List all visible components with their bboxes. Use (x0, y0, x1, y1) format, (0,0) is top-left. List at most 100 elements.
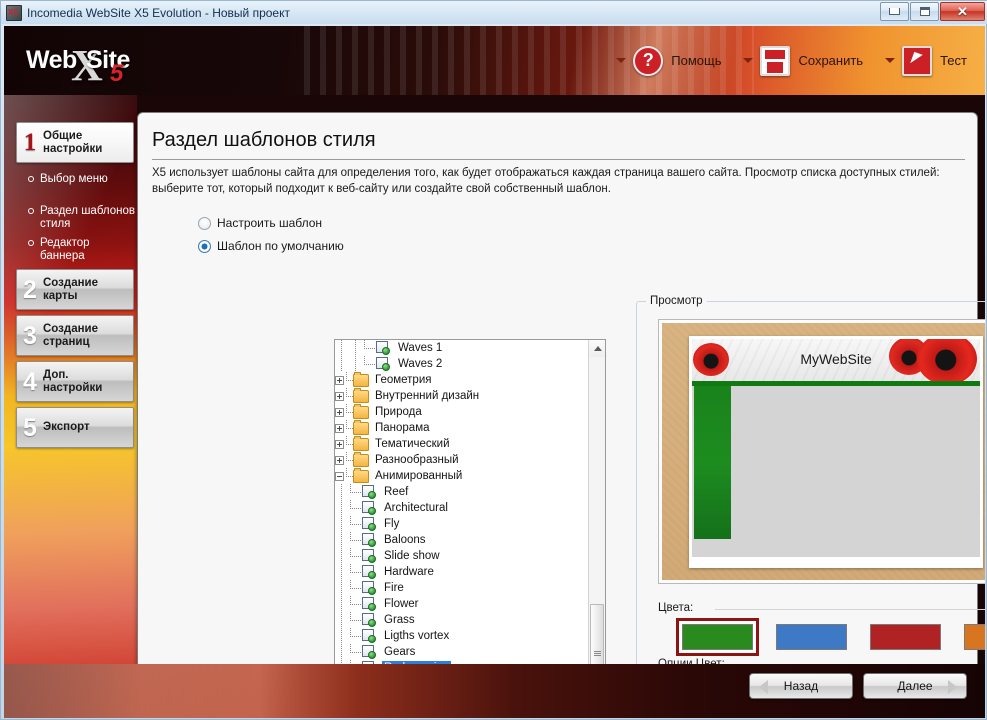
tree-item-label: Разнообразный (375, 454, 459, 466)
template-icon (362, 645, 378, 659)
tree-item[interactable]: Разнообразный (335, 451, 589, 468)
site-mockup: MyWebSite (689, 335, 983, 568)
back-button[interactable]: Назад (749, 673, 853, 699)
expand-toggle-icon[interactable] (335, 375, 344, 385)
next-button[interactable]: Далее (863, 673, 967, 699)
radio-icon-checked[interactable] (198, 239, 211, 253)
tree-item[interactable]: Slide show (335, 548, 589, 564)
help-icon[interactable]: ? (633, 45, 664, 76)
tree-guide-line (341, 596, 342, 612)
chevron-down-icon[interactable] (885, 58, 896, 63)
tree-elbow (345, 404, 357, 420)
chevron-down-icon[interactable] (743, 58, 754, 63)
window-frame: Incomedia WebSite X5 Evolution - Новый п… (0, 0, 987, 720)
sidebar-subitem-menu-selection[interactable]: Выбор меню (28, 173, 136, 186)
tree-item[interactable]: Панорама (335, 419, 589, 436)
tree-item[interactable]: Grass (335, 612, 589, 628)
tree-item[interactable]: Тематический (335, 435, 589, 452)
tree-item[interactable]: Внутренний дизайн (335, 387, 589, 404)
tree-guide-line (341, 340, 342, 356)
radio-default-template[interactable]: Шаблон по умолчанию (198, 239, 344, 253)
tree-item[interactable]: Hardware (335, 564, 589, 580)
sidebar-subitem-banner-editor[interactable]: Редактор баннера (28, 237, 136, 263)
expand-toggle-icon[interactable] (335, 439, 344, 449)
folder-icon (353, 419, 369, 435)
tree-elbow (345, 388, 357, 404)
radio-customize-template[interactable]: Настроить шаблон (198, 216, 322, 230)
tree-elbow (349, 548, 362, 564)
color-swatch[interactable] (776, 624, 847, 650)
tree-item-label: Gears (384, 646, 416, 658)
tree-item[interactable]: Architectural (335, 500, 589, 516)
grip-icon (593, 650, 601, 656)
tree-elbow (345, 452, 357, 468)
tree-indent (335, 356, 349, 372)
tree-item[interactable]: Анимированный (335, 467, 589, 484)
tree-item[interactable]: Flower (335, 596, 589, 612)
color-swatch-chip[interactable] (964, 624, 985, 650)
tree-guide-line (341, 484, 342, 500)
tree-elbow (349, 612, 362, 628)
page-description: X5 использует шаблоны сайта для определе… (152, 167, 940, 195)
scroll-up-button[interactable] (589, 340, 605, 357)
expand-toggle-icon[interactable] (335, 407, 344, 417)
tree-item[interactable]: Природа (335, 403, 589, 420)
color-swatch[interactable] (870, 624, 941, 650)
sidebar-item-general-settings[interactable]: 1 Общие настройки (16, 122, 134, 163)
color-swatch-list[interactable] (676, 618, 985, 656)
minimize-button[interactable] (880, 2, 909, 21)
sidebar-subitem-style-templates[interactable]: Раздел шаблонов стиля (28, 205, 136, 231)
tree-item[interactable]: Baloons (335, 532, 589, 548)
toolbar-label-save: Сохранить (798, 53, 864, 68)
test-icon[interactable] (902, 45, 933, 76)
template-tree[interactable]: Waves 1 Waves 2 Геометрия Внутренний дизайн… (334, 339, 606, 718)
maximize-button[interactable] (910, 2, 939, 21)
tree-item[interactable]: Fire (335, 580, 589, 596)
tree-item[interactable]: Reef (335, 484, 589, 500)
tree-item-label: Панорама (375, 422, 430, 434)
sidebar-item-create-pages[interactable]: 3 Создание страниц (16, 315, 134, 356)
tree-guide-line (341, 532, 342, 548)
template-icon (362, 501, 378, 515)
preview-background: MyWebSite (662, 323, 985, 580)
toolbar-item-save[interactable]: Сохранить (743, 45, 864, 76)
chevron-down-icon[interactable] (616, 58, 627, 63)
tree-item[interactable]: Waves 1 (335, 340, 589, 356)
template-tree-list[interactable]: Waves 1 Waves 2 Геометрия Внутренний дизайн… (335, 340, 589, 718)
template-icon (376, 341, 392, 355)
collapse-toggle-icon[interactable] (335, 471, 344, 481)
template-icon (362, 485, 378, 499)
tree-scrollbar[interactable] (588, 340, 605, 718)
color-swatch-selected[interactable] (676, 618, 759, 656)
window-title: Incomedia WebSite X5 Evolution - Новый п… (27, 5, 290, 20)
sidebar-item-create-map[interactable]: 2 Создание карты (16, 269, 134, 310)
sidebar-item-export[interactable]: 5 Экспорт (16, 407, 134, 448)
sidebar-label-create-pages: Создание страниц (43, 323, 98, 349)
tree-item[interactable]: Ligths vortex (335, 628, 589, 644)
tree-item[interactable]: Fly (335, 516, 589, 532)
site-mockup-footer (692, 556, 980, 565)
content-panel: Раздел шаблонов стиля X5 использует шабл… (137, 112, 985, 718)
tree-item[interactable]: Waves 2 (335, 356, 589, 372)
sidebar-item-advanced-settings[interactable]: 4 Доп. настройки (16, 361, 134, 402)
tree-item[interactable]: Gears (335, 644, 589, 660)
close-button[interactable]: ✕ (940, 2, 985, 21)
bullet-icon (28, 176, 34, 182)
color-swatch-chip[interactable] (682, 624, 753, 650)
toolbar-item-help[interactable]: ? Помощь (616, 45, 721, 76)
color-swatch[interactable] (964, 624, 985, 650)
tree-elbow (349, 516, 362, 532)
expand-toggle-icon[interactable] (335, 391, 344, 401)
toolbar-item-test[interactable]: Тест (885, 45, 967, 76)
expand-toggle-icon[interactable] (335, 455, 344, 465)
save-icon[interactable] (760, 45, 791, 76)
color-swatch-chip[interactable] (870, 624, 941, 650)
tree-item-label: Grass (384, 614, 415, 626)
expand-toggle-icon[interactable] (335, 423, 344, 433)
tree-indent (349, 356, 363, 372)
site-mockup-content (735, 385, 978, 555)
title-divider (152, 159, 965, 160)
color-swatch-chip[interactable] (776, 624, 847, 650)
tree-item[interactable]: Геометрия (335, 371, 589, 388)
radio-icon-unchecked[interactable] (198, 216, 211, 230)
